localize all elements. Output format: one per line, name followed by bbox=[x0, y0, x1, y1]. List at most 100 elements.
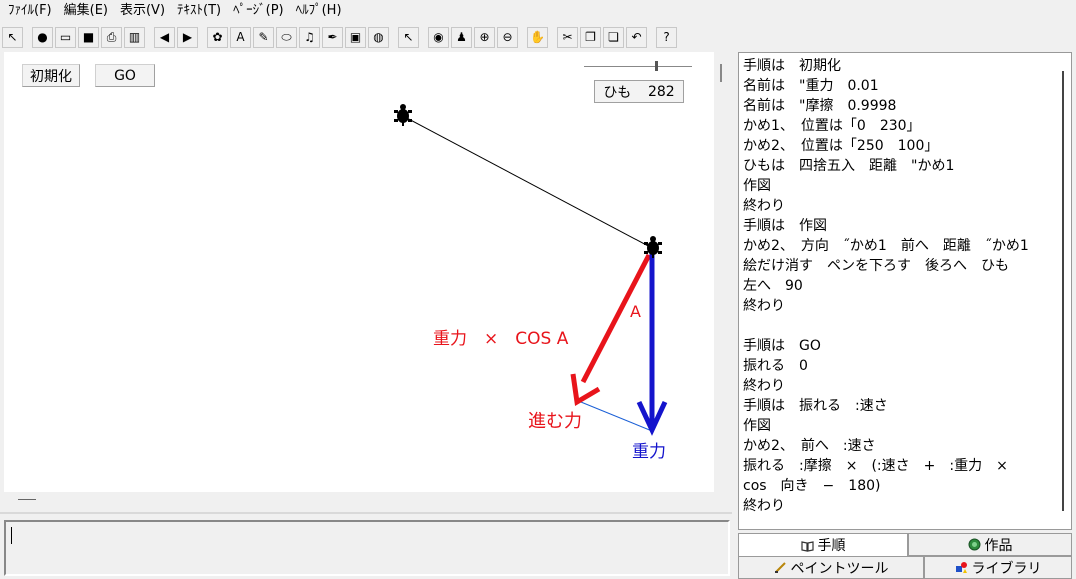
zoom-out-icon: ⊖ bbox=[502, 30, 513, 44]
zoom-in-icon: ⊕ bbox=[479, 30, 490, 44]
cut-icon: ✂ bbox=[562, 30, 573, 44]
menu-edit[interactable]: 編集(E) bbox=[60, 0, 116, 22]
splitter[interactable] bbox=[0, 512, 732, 514]
menu-view[interactable]: 表示(V) bbox=[116, 0, 173, 22]
script-line[interactable]: かめ1、 位置は「0 230」 bbox=[743, 116, 1055, 136]
tab-library[interactable]: ライブラリ bbox=[924, 556, 1072, 579]
earth-button[interactable]: ◍ bbox=[368, 26, 389, 48]
stop-hand-button[interactable]: ✋ bbox=[527, 26, 548, 48]
script-line[interactable]: ひもは 四捨五入 距離 "かめ1 bbox=[743, 156, 1055, 176]
tab-procedure[interactable]: 手順 bbox=[738, 533, 908, 556]
print-button[interactable]: ⎙ bbox=[101, 26, 122, 48]
moving-force-label: 進む力 bbox=[528, 411, 582, 432]
script-line[interactable]: かめ2、 位置は「250 100」 bbox=[743, 136, 1055, 156]
script-line[interactable]: 終わり bbox=[743, 196, 1055, 216]
menu-file[interactable]: ﾌｧｲﾙ(F) bbox=[4, 0, 60, 22]
pointer-icon: ↖ bbox=[403, 30, 414, 44]
script-line[interactable]: cos 向き − 180) bbox=[743, 476, 1055, 496]
script-line[interactable]: 手順は 振れる :速さ bbox=[743, 396, 1055, 416]
open-folder-button[interactable]: ▭ bbox=[55, 26, 76, 48]
brush-icon: ✒ bbox=[327, 30, 338, 44]
cursor-icon: ↖ bbox=[7, 30, 18, 44]
cursor-button[interactable]: ↖ bbox=[2, 26, 23, 48]
gravity-arrow bbox=[636, 254, 668, 436]
columns-icon: ▥ bbox=[128, 30, 141, 44]
script-line[interactable]: 名前は "摩擦 0.9998 bbox=[743, 96, 1055, 116]
script-line[interactable]: かめ2、 方向 ˝かめ1 前へ 距離 ˝かめ1 bbox=[743, 236, 1055, 256]
globe-button[interactable]: ● bbox=[32, 26, 53, 48]
editor-scrollbar[interactable] bbox=[1062, 71, 1064, 511]
procedure-script[interactable]: 手順は 初期化 名前は "重力 0.01 名前は "摩擦 0.9998 かめ1、 位置… bbox=[743, 56, 1055, 516]
left-arrow-icon: ◀ bbox=[159, 30, 170, 44]
copy-button[interactable]: ❐ bbox=[580, 26, 601, 48]
turtle-icon: ✿ bbox=[212, 30, 223, 44]
pen-button[interactable]: ✎ bbox=[253, 26, 274, 48]
script-line[interactable]: 左へ 90 bbox=[743, 276, 1055, 296]
menu-text[interactable]: ﾃｷｽﾄ(T) bbox=[173, 0, 229, 22]
procedure-editor[interactable]: 手順は 初期化 名前は "重力 0.01 名前は "摩擦 0.9998 かめ1、 位置… bbox=[738, 52, 1072, 530]
right-arrow-button[interactable]: ▶ bbox=[177, 26, 198, 48]
earth-icon: ◍ bbox=[373, 30, 384, 44]
script-line[interactable]: かめ2、 前へ :速さ bbox=[743, 436, 1055, 456]
tab-work[interactable]: 作品 bbox=[908, 533, 1072, 556]
script-line[interactable]: 終わり bbox=[743, 376, 1055, 396]
save-button[interactable]: ■ bbox=[78, 26, 99, 48]
zoom-out-button[interactable]: ⊖ bbox=[497, 26, 518, 48]
script-line[interactable]: 作図 bbox=[743, 176, 1055, 196]
cut-button[interactable]: ✂ bbox=[557, 26, 578, 48]
drawing-canvas[interactable]: 初期化 GO ひも 282 A 重力 × COS A 進む力 重力 bbox=[4, 52, 714, 492]
tab-paint-tool[interactable]: ペイントツール bbox=[738, 556, 924, 579]
pendulum-string bbox=[402, 115, 653, 249]
turtle1-icon bbox=[394, 104, 412, 126]
globe-icon: ● bbox=[37, 30, 48, 44]
print-icon: ⎙ bbox=[106, 30, 117, 44]
columns-button[interactable]: ▥ bbox=[124, 26, 145, 48]
paste-button[interactable]: ❏ bbox=[603, 26, 624, 48]
tab-paint-tool-label: ペイントツール bbox=[790, 560, 889, 577]
command-input[interactable] bbox=[4, 520, 730, 576]
menu-page[interactable]: ﾍﾟｰｼﾞ(P) bbox=[229, 0, 291, 22]
canvas-scroll-marker[interactable] bbox=[720, 64, 722, 82]
undo-button[interactable]: ↶ bbox=[626, 26, 647, 48]
force-component-label: 重力 × COS A bbox=[433, 329, 569, 349]
help-icon: ? bbox=[663, 30, 670, 44]
left-arrow-button[interactable]: ◀ bbox=[154, 26, 175, 48]
script-line[interactable]: 手順は 初期化 bbox=[743, 56, 1055, 76]
tab-library-label: ライブラリ bbox=[971, 560, 1042, 577]
open-folder-icon: ▭ bbox=[59, 30, 72, 44]
pendulum-drawing bbox=[394, 104, 668, 436]
script-line[interactable]: 名前は "重力 0.01 bbox=[743, 76, 1055, 96]
copy-icon: ❐ bbox=[585, 30, 596, 44]
script-line[interactable]: 作図 bbox=[743, 416, 1055, 436]
eye-button[interactable]: ◉ bbox=[428, 26, 449, 48]
pointer-button[interactable]: ↖ bbox=[398, 26, 419, 48]
turtle-button[interactable]: ✿ bbox=[207, 26, 228, 48]
menu-bar: ﾌｧｲﾙ(F) 編集(E) 表示(V) ﾃｷｽﾄ(T) ﾍﾟｰｼﾞ(P) ﾍﾙﾌ… bbox=[0, 0, 1076, 22]
script-line[interactable]: 絵だけ消す ペンを下ろす 後ろへ ひも bbox=[743, 256, 1055, 276]
script-line[interactable]: 振れる 0 bbox=[743, 356, 1055, 376]
music-button[interactable]: ♫ bbox=[299, 26, 320, 48]
pen-icon: ✎ bbox=[258, 30, 269, 44]
zoom-in-button[interactable]: ⊕ bbox=[474, 26, 495, 48]
brush-button[interactable]: ✒ bbox=[322, 26, 343, 48]
capsule-button[interactable]: ⬭ bbox=[276, 26, 297, 48]
text-box-button[interactable]: A bbox=[230, 26, 251, 48]
script-line[interactable]: 手順は GO bbox=[743, 336, 1055, 356]
angle-label: A bbox=[630, 302, 641, 321]
movie-icon: ▣ bbox=[349, 30, 362, 44]
stop-hand-icon: ✋ bbox=[530, 30, 545, 44]
help-button[interactable]: ? bbox=[656, 26, 677, 48]
text-caret bbox=[11, 527, 12, 544]
script-line[interactable]: 終わり bbox=[743, 296, 1055, 316]
menu-help[interactable]: ﾍﾙﾌﾟ(H) bbox=[292, 0, 350, 22]
stamp-button[interactable]: ♟ bbox=[451, 26, 472, 48]
script-line[interactable]: 終わり bbox=[743, 496, 1055, 516]
script-line[interactable]: 手順は 作図 bbox=[743, 216, 1055, 236]
horizontal-scroll-marker[interactable] bbox=[18, 499, 36, 500]
script-line[interactable]: 振れる :摩擦 × (:速さ + :重力 × bbox=[743, 456, 1055, 476]
music-icon: ♫ bbox=[304, 30, 315, 44]
stamp-icon: ♟ bbox=[456, 30, 467, 44]
movie-button[interactable]: ▣ bbox=[345, 26, 366, 48]
script-line[interactable] bbox=[743, 316, 1055, 336]
undo-icon: ↶ bbox=[631, 30, 642, 44]
